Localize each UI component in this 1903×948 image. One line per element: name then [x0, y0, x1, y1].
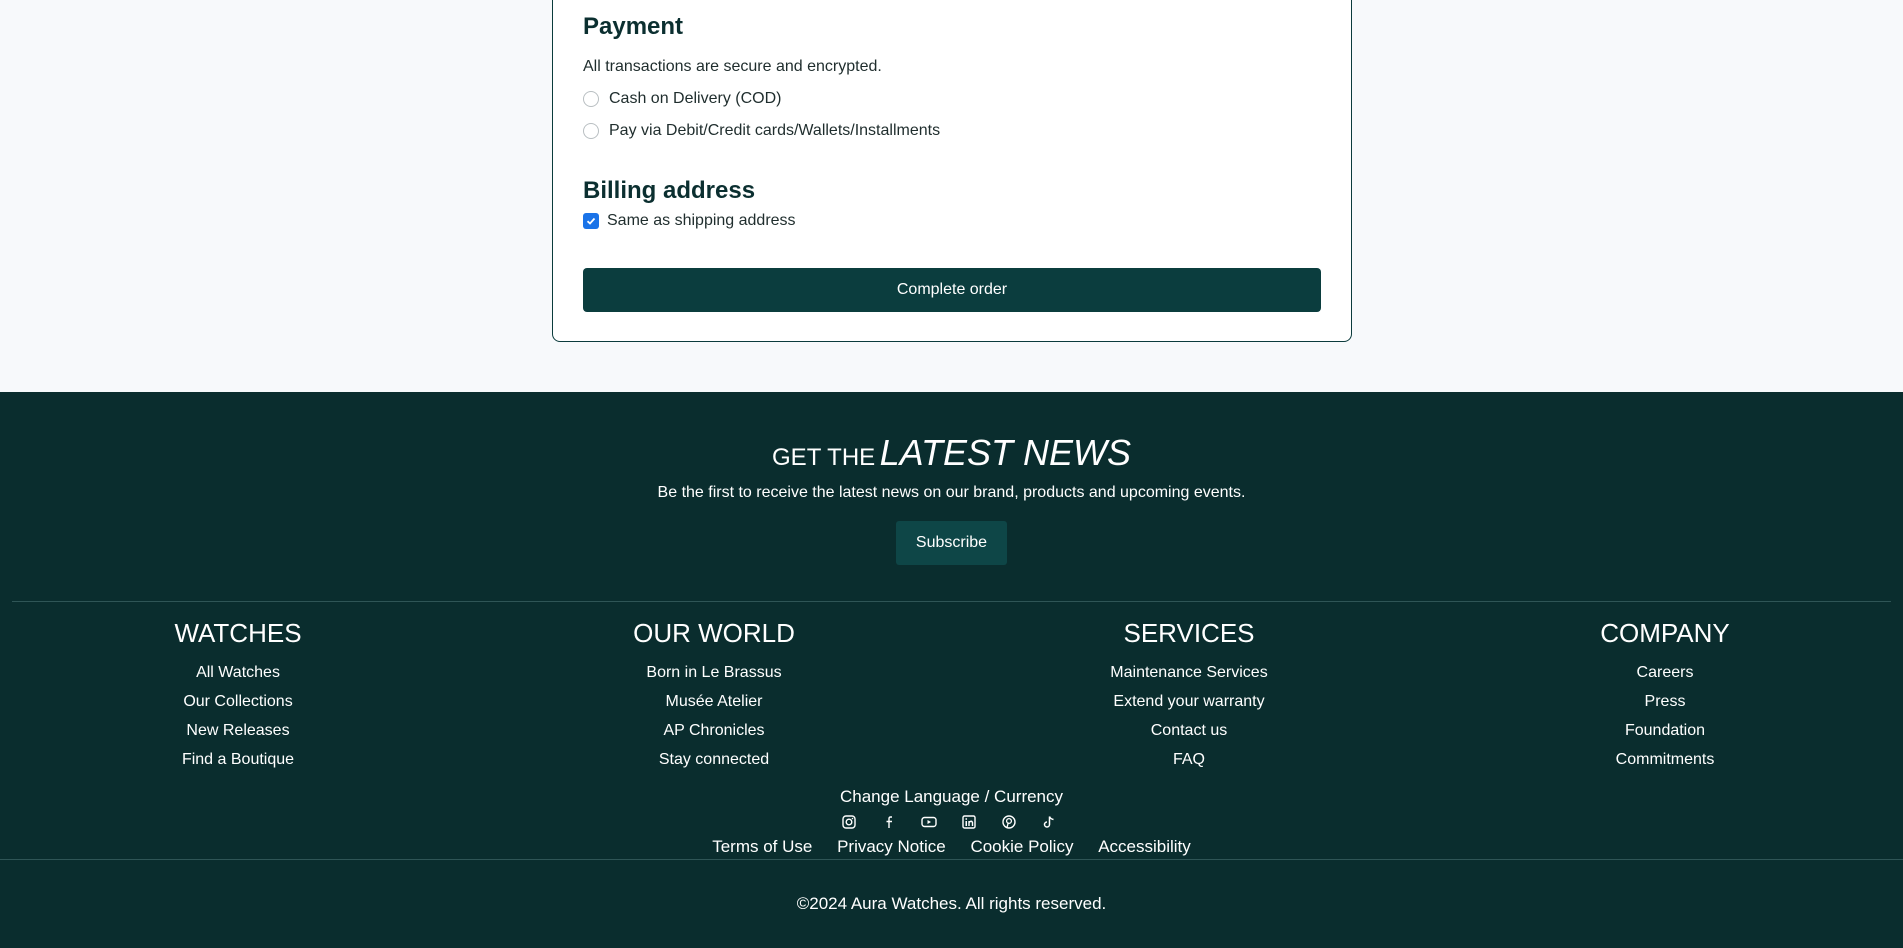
- privacy-notice-link[interactable]: Privacy Notice: [837, 837, 946, 856]
- footer-column-company: COMPANY Careers Press Foundation Commitm…: [1515, 618, 1815, 774]
- footer-link[interactable]: Commitments: [1515, 745, 1815, 774]
- newsletter-title-b: LATEST NEWS: [879, 432, 1131, 473]
- radio-card[interactable]: Pay via Debit/Credit cards/Wallets/Insta…: [583, 122, 940, 140]
- copyright: ©2024 Aura Watches. All rights reserved.: [796, 894, 1107, 913]
- footer-link[interactable]: Press: [1515, 687, 1815, 716]
- cookie-policy-link[interactable]: Cookie Policy: [970, 837, 1073, 856]
- social-links: [841, 814, 1057, 830]
- footer-link[interactable]: Careers: [1515, 658, 1815, 687]
- radio-label-card: Pay via Debit/Credit cards/Wallets/Insta…: [609, 122, 941, 139]
- footer-column-title: WATCHES: [174, 618, 302, 648]
- payment-card: Payment All transactions are secure and …: [552, 0, 1352, 342]
- footer-column-our-world: OUR WORLD Born in Le Brassus Musée Ateli…: [564, 618, 864, 774]
- terms-of-use-link[interactable]: Terms of Use: [712, 837, 812, 856]
- footer-link[interactable]: Find a Boutique: [88, 745, 388, 774]
- footer-column-services: SERVICES Maintenance Services Extend you…: [1039, 618, 1339, 774]
- subscribe-button[interactable]: Subscribe: [896, 521, 1007, 565]
- youtube-icon[interactable]: [921, 814, 937, 830]
- footer-link[interactable]: Maintenance Services: [1039, 658, 1339, 687]
- radio-button[interactable]: [583, 123, 599, 139]
- instagram-icon[interactable]: [841, 814, 857, 830]
- footer-column-watches: WATCHES All Watches Our Collections New …: [88, 618, 388, 774]
- footer-link[interactable]: Extend your warranty: [1039, 687, 1339, 716]
- footer-column-title: SERVICES: [1123, 618, 1255, 648]
- checkbox-checked[interactable]: [583, 213, 599, 229]
- newsletter-description: Be the first to receive the latest news …: [657, 484, 1246, 501]
- payment-title: Payment: [583, 13, 684, 40]
- divider: [12, 601, 1891, 602]
- footer-column-title: COMPANY: [1600, 618, 1730, 648]
- radio-label-cod: Cash on Delivery (COD): [609, 90, 782, 107]
- radio-button[interactable]: [583, 91, 599, 107]
- linkedin-icon[interactable]: [961, 814, 977, 830]
- footer-link[interactable]: Born in Le Brassus: [564, 658, 864, 687]
- legal-links: Terms of Use Privacy Notice Cookie Polic…: [0, 837, 1903, 857]
- same-as-shipping-checkbox-row[interactable]: Same as shipping address: [583, 212, 796, 230]
- footer-link[interactable]: Foundation: [1515, 716, 1815, 745]
- footer-link[interactable]: Our Collections: [88, 687, 388, 716]
- complete-order-button[interactable]: Complete order: [583, 268, 1321, 312]
- billing-title: Billing address: [583, 177, 756, 204]
- accessibility-link[interactable]: Accessibility: [1098, 837, 1191, 856]
- site-footer: GET THE LATEST NEWS Be the first to rece…: [0, 392, 1903, 948]
- change-language-currency-link[interactable]: Change Language / Currency: [0, 787, 1903, 807]
- footer-link[interactable]: Contact us: [1039, 716, 1339, 745]
- radio-cod[interactable]: Cash on Delivery (COD): [583, 90, 781, 108]
- check-icon: [586, 217, 596, 225]
- same-as-shipping-label: Same as shipping address: [607, 212, 796, 229]
- footer-link[interactable]: New Releases: [88, 716, 388, 745]
- tiktok-icon[interactable]: [1041, 814, 1057, 830]
- divider: [0, 859, 1903, 860]
- footer-column-title: OUR WORLD: [633, 618, 795, 648]
- footer-link[interactable]: AP Chronicles: [564, 716, 864, 745]
- facebook-icon[interactable]: [881, 814, 897, 830]
- newsletter-title: GET THE LATEST NEWS: [0, 432, 1903, 474]
- pinterest-icon[interactable]: [1001, 814, 1017, 830]
- footer-link[interactable]: Musée Atelier: [564, 687, 864, 716]
- payment-subtitle: All transactions are secure and encrypte…: [583, 58, 882, 75]
- newsletter-title-a: GET THE: [772, 444, 876, 471]
- footer-link[interactable]: FAQ: [1039, 745, 1339, 774]
- footer-link[interactable]: All Watches: [88, 658, 388, 687]
- footer-link[interactable]: Stay connected: [564, 745, 864, 774]
